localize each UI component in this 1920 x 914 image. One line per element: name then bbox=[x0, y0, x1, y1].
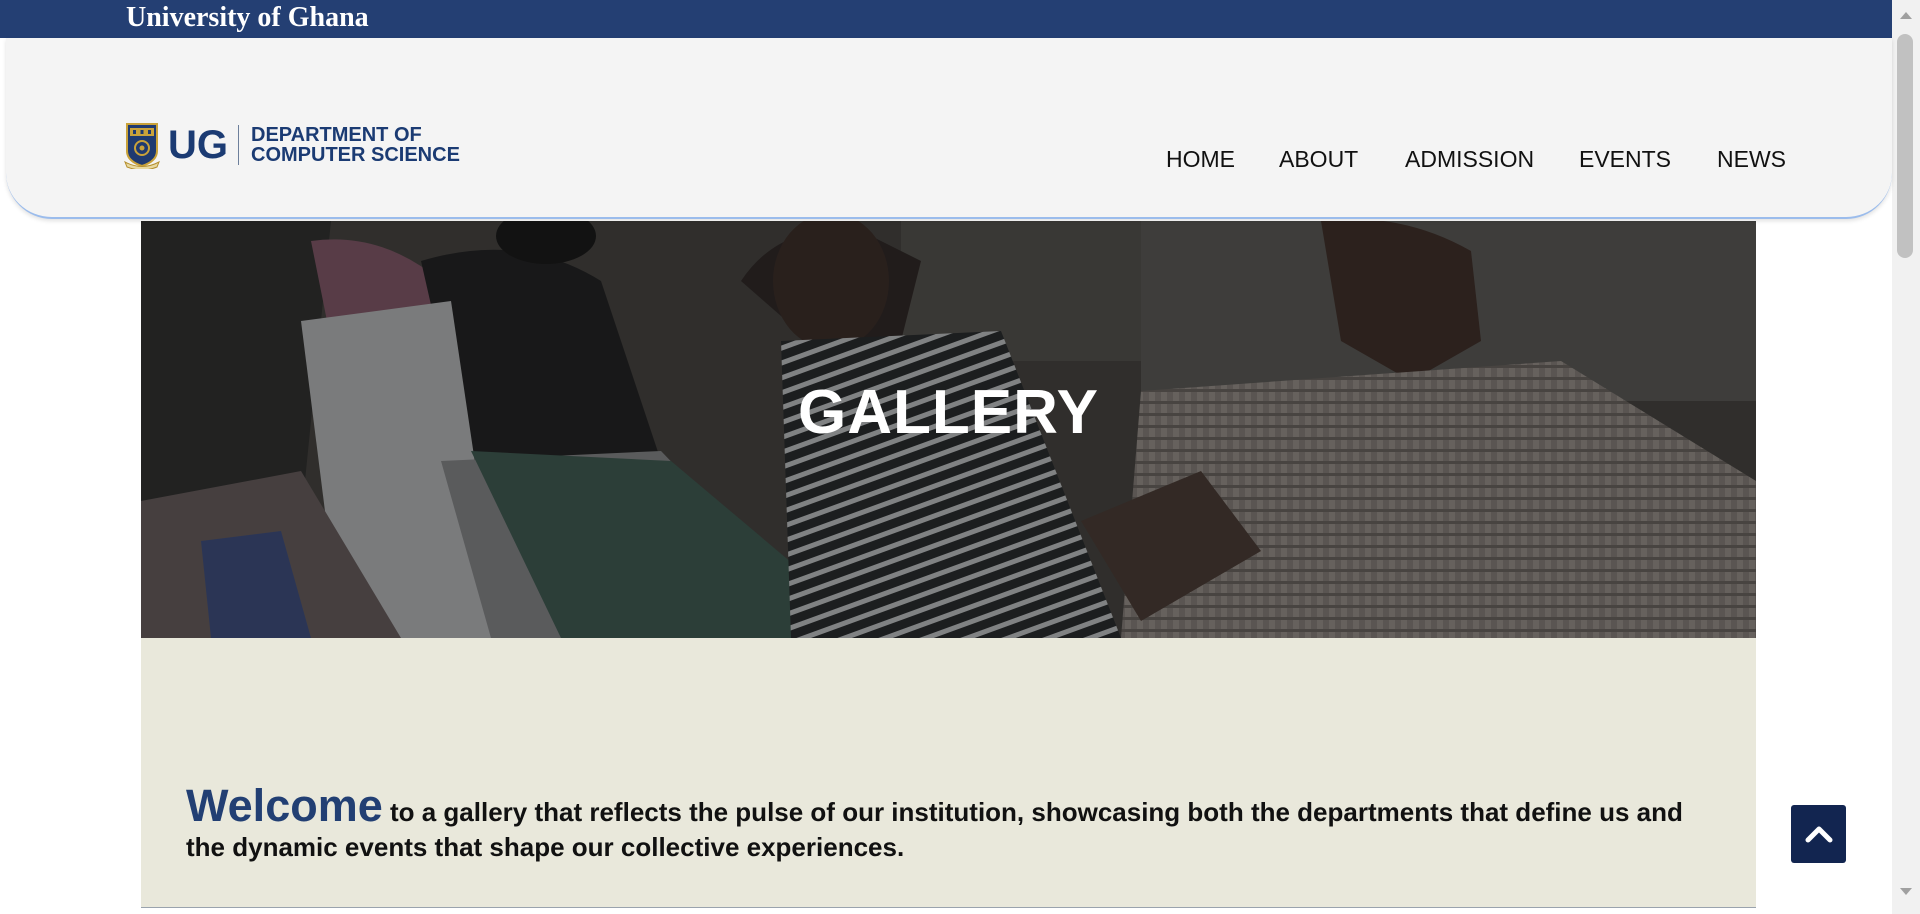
welcome-body: to a gallery that reflects the pulse of … bbox=[186, 797, 1683, 862]
nav-about[interactable]: ABOUT bbox=[1279, 144, 1358, 174]
chevron-up-icon bbox=[1805, 826, 1832, 843]
scroll-thumb[interactable] bbox=[1897, 34, 1913, 258]
welcome-paragraph: Welcome to a gallery that reflects the p… bbox=[186, 783, 1726, 865]
back-to-top-button[interactable] bbox=[1791, 805, 1846, 863]
nav-events[interactable]: EVENTS bbox=[1579, 144, 1671, 174]
nav-home[interactable]: HOME bbox=[1166, 144, 1235, 174]
site-header: UG DEPARTMENT OF COMPUTER SCIENCE HOME A… bbox=[6, 38, 1892, 219]
main-navigation: HOME ABOUT ADMISSION EVENTS NEWS bbox=[6, 144, 1892, 174]
top-bar: University of Ghana bbox=[0, 0, 1892, 38]
welcome-section: Welcome to a gallery that reflects the p… bbox=[141, 638, 1756, 908]
university-title: University of Ghana bbox=[126, 2, 369, 33]
scroll-up-arrow-icon[interactable] bbox=[1900, 12, 1912, 19]
scroll-down-arrow-icon[interactable] bbox=[1900, 888, 1912, 895]
nav-news[interactable]: NEWS bbox=[1717, 144, 1786, 174]
hero-title: GALLERY bbox=[798, 378, 1099, 447]
page-scrollbar[interactable] bbox=[1892, 0, 1920, 914]
welcome-lead: Welcome bbox=[186, 780, 383, 831]
gallery-hero: GALLERY bbox=[141, 221, 1756, 638]
nav-admission[interactable]: ADMISSION bbox=[1405, 144, 1534, 174]
